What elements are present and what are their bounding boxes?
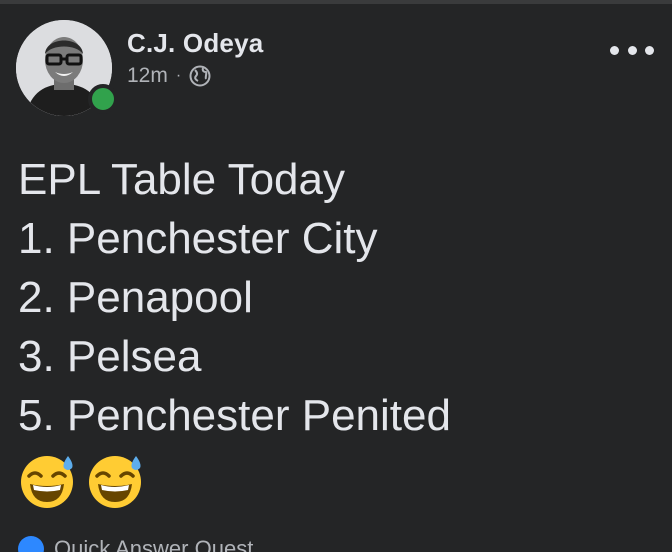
- top-divider: [0, 0, 672, 4]
- more-options-button[interactable]: [610, 40, 654, 60]
- post-line: 5. Penchester Penited: [18, 391, 451, 440]
- avatar[interactable]: [16, 20, 118, 116]
- timestamp[interactable]: 12m: [127, 64, 168, 88]
- footer-text: Quick Answer Quest: [54, 536, 254, 552]
- post-line: 1. Penchester City: [18, 214, 378, 263]
- more-options-icon: [645, 45, 654, 55]
- grinning-face-with-sweat-icon: [21, 456, 73, 508]
- author-name[interactable]: C.J. Odeya: [127, 28, 263, 59]
- info-icon: [18, 536, 44, 552]
- post-body: EPL Table Today 1. Penchester City 2. Pe…: [18, 150, 451, 445]
- meta-separator: ·: [175, 67, 182, 84]
- more-options-icon: [627, 45, 637, 55]
- emoji-row: [18, 452, 144, 510]
- post-line: 2. Penapool: [18, 273, 253, 322]
- globe-icon[interactable]: [189, 65, 211, 87]
- post-footer[interactable]: Quick Answer Quest: [18, 536, 253, 552]
- post-meta: 12m ·: [127, 64, 211, 88]
- post-line: EPL Table Today: [18, 155, 345, 204]
- post-card: C.J. Odeya 12m · EPL Table Today 1. Penc…: [0, 0, 672, 552]
- post-line: 3. Pelsea: [18, 332, 202, 381]
- grinning-face-with-sweat-icon: [89, 456, 141, 508]
- more-options-icon: [610, 45, 619, 55]
- online-status-dot: [88, 84, 118, 114]
